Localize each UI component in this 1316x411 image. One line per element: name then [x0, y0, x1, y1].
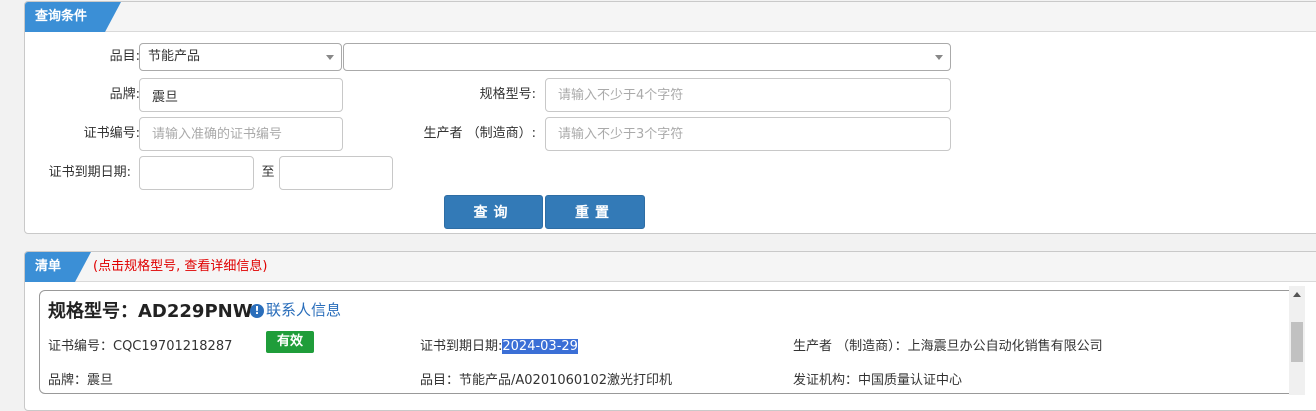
- cert-no-value: 证书编号：CQC19701218287: [48, 339, 233, 354]
- cert-no-input[interactable]: [139, 117, 343, 151]
- brand-value: 品牌：震旦: [48, 373, 114, 388]
- expiry-value-label: 证书到期日期:: [420, 339, 503, 354]
- list-scrollbar[interactable]: [1289, 286, 1305, 395]
- subcategory-select[interactable]: [343, 43, 951, 71]
- list-panel: 清单 (点击规格型号, 查看详细信息) 规格型号：AD229PNW ! 联系人信息…: [24, 251, 1316, 411]
- issuer-value: 发证机构：中国质量认证中心: [793, 373, 963, 388]
- model-input[interactable]: [545, 78, 951, 112]
- category-value: 品目：节能产品/A0201060102激光打印机: [420, 373, 672, 388]
- category-label: 品目:: [109, 49, 140, 64]
- reset-button[interactable]: 重置: [545, 195, 645, 229]
- expiry-from-input[interactable]: [139, 156, 254, 190]
- info-circle-icon: !: [250, 304, 264, 318]
- search-button[interactable]: 查询: [444, 195, 543, 229]
- expiry-value: 2024-03-29: [502, 339, 578, 354]
- brand-input[interactable]: [139, 78, 343, 112]
- cert-no-label: 证书编号:: [83, 126, 140, 141]
- chevron-down-icon: [935, 55, 943, 60]
- expiry-to-label: 至: [261, 165, 275, 180]
- query-panel-title: 查询条件: [25, 2, 121, 32]
- contact-info-link[interactable]: ! 联系人信息: [250, 299, 341, 320]
- category-select[interactable]: 节能产品: [139, 43, 342, 71]
- brand-label: 品牌:: [109, 87, 140, 102]
- model-title-link[interactable]: 规格型号：AD229PNW: [48, 297, 253, 323]
- producer-input[interactable]: [545, 117, 951, 151]
- list-panel-title: 清单: [25, 252, 91, 282]
- scroll-up-arrow-icon[interactable]: [1293, 292, 1301, 297]
- list-hint: (点击规格型号, 查看详细信息): [93, 259, 268, 274]
- status-badge: 有效: [266, 331, 314, 353]
- query-panel-header: 查询条件: [25, 2, 1316, 32]
- producer-label: 生产者 （制造商）:: [423, 126, 536, 141]
- list-item: 规格型号：AD229PNW ! 联系人信息 证书编号：CQC19701218287…: [39, 290, 1305, 394]
- expiry-value-row: 证书到期日期:2024-03-29: [420, 335, 578, 354]
- expiry-to-input[interactable]: [279, 156, 393, 190]
- scroll-thumb[interactable]: [1291, 322, 1303, 362]
- category-select-value: 节能产品: [148, 49, 201, 64]
- model-label: 规格型号:: [479, 87, 536, 102]
- producer-value: 生产者 （制造商）：上海震旦办公自动化销售有限公司: [793, 339, 1103, 354]
- chevron-down-icon: [326, 55, 334, 60]
- list-panel-header: 清单 (点击规格型号, 查看详细信息): [25, 252, 1316, 282]
- expiry-label: 证书到期日期:: [48, 165, 131, 180]
- contact-info-label: 联系人信息: [266, 301, 342, 319]
- query-panel: 查询条件 品目: 节能产品 品牌: 规格型号: 证书编号: 生产者 （制造商）:…: [24, 1, 1316, 234]
